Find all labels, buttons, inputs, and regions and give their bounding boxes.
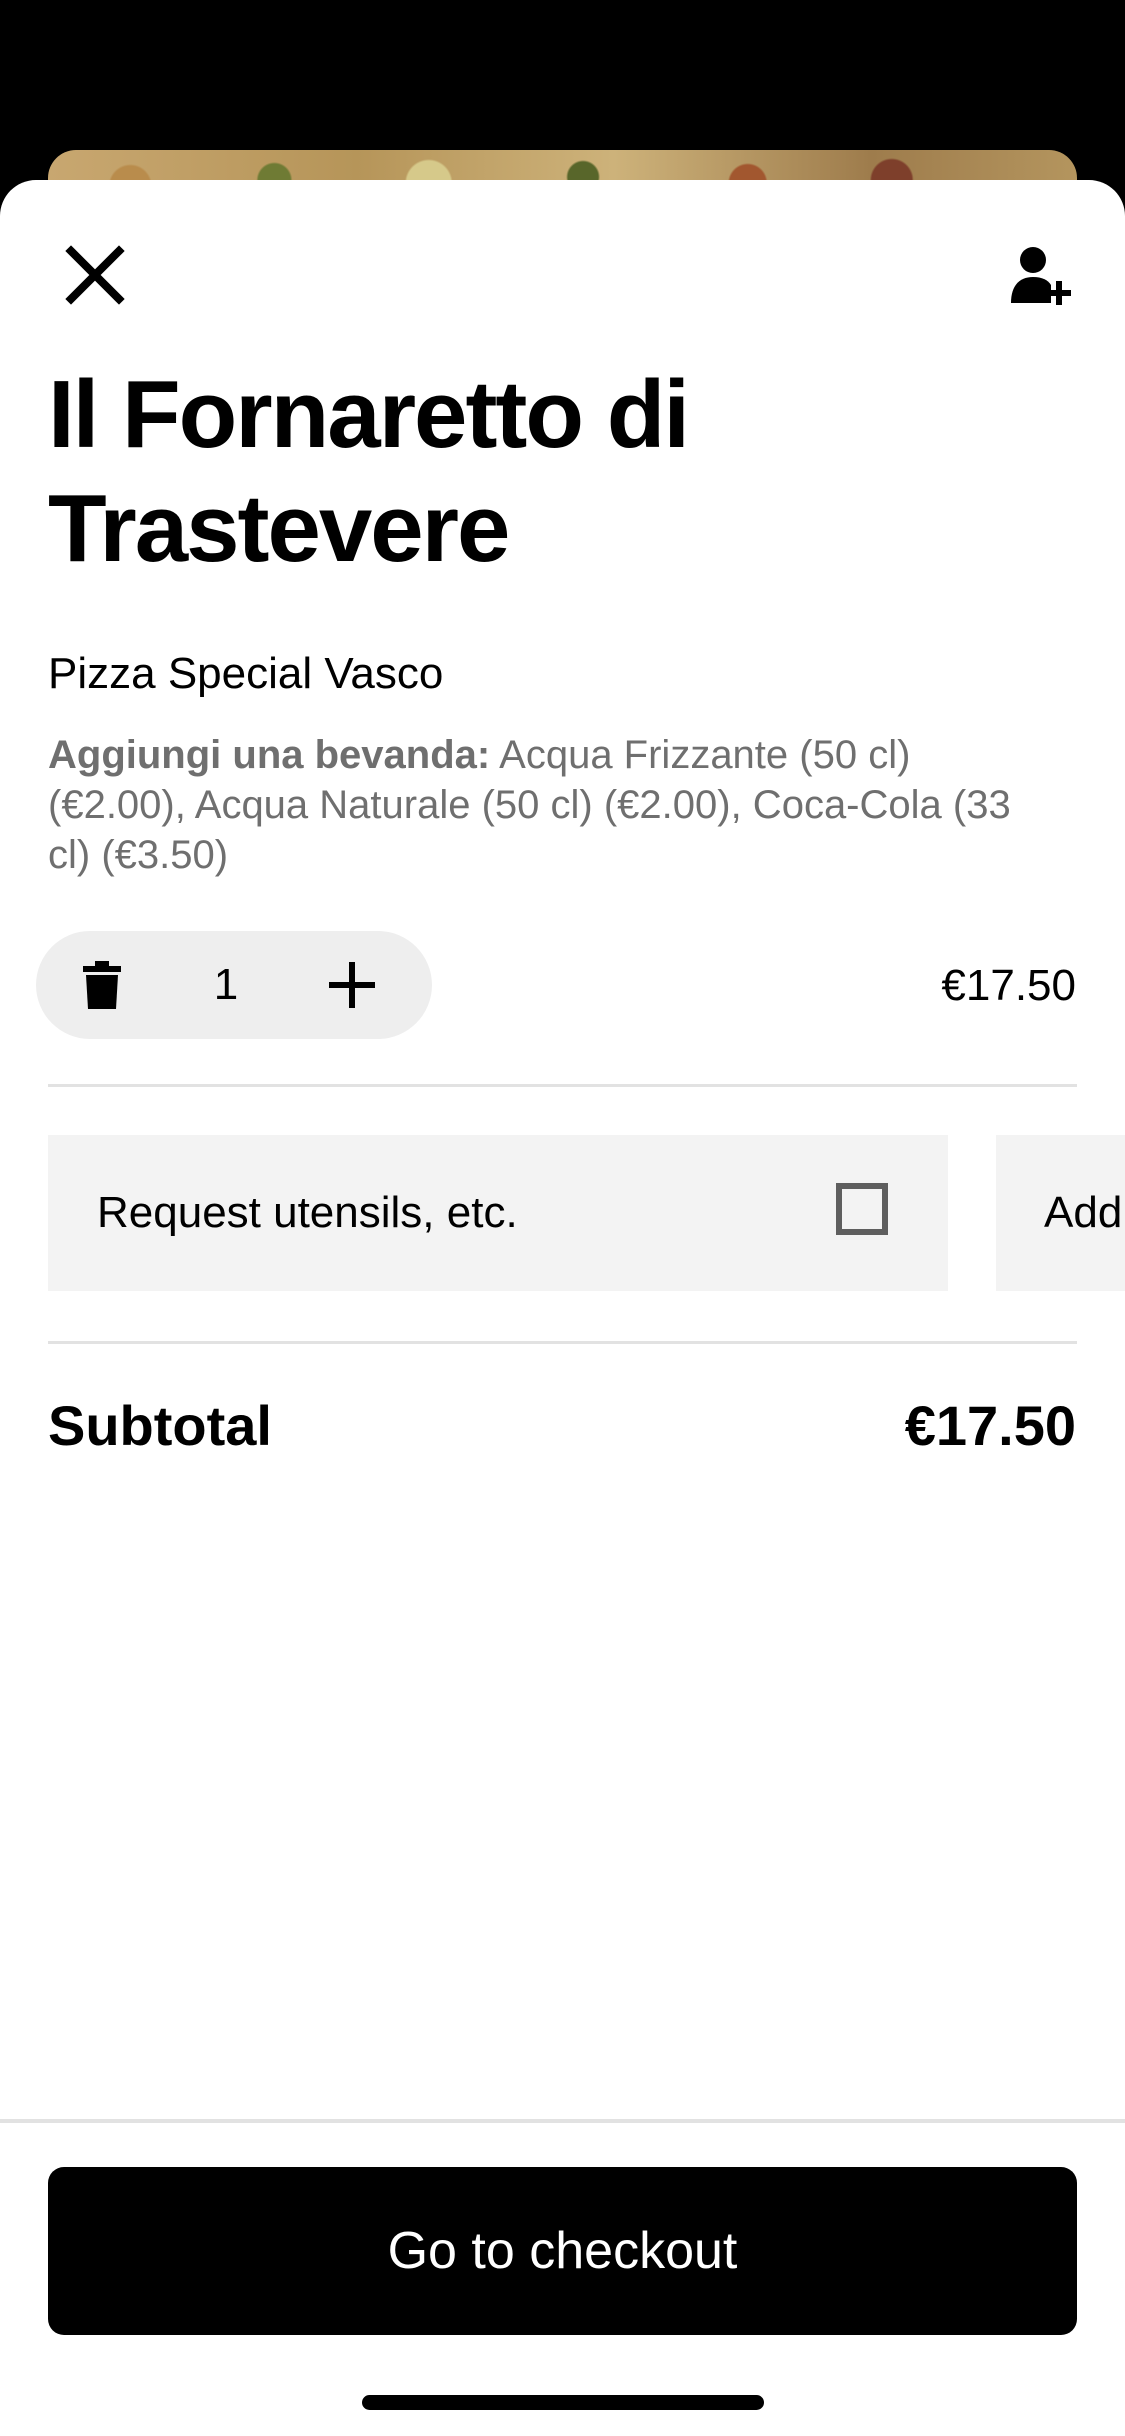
- item-price: €17.50: [941, 961, 1076, 1010]
- plus-icon: [329, 962, 375, 1008]
- cart-sheet: Il Fornaretto di Trastevere Pizza Specia…: [0, 180, 1125, 2436]
- add-note-option[interactable]: Add: [996, 1135, 1125, 1291]
- utensils-checkbox[interactable]: [836, 1183, 888, 1235]
- close-button[interactable]: [52, 232, 138, 318]
- home-indicator: [362, 2395, 764, 2410]
- add-person-button[interactable]: [996, 230, 1086, 320]
- subtotal-value: €17.50: [904, 1394, 1076, 1457]
- add-person-icon: [1011, 247, 1071, 305]
- divider: [48, 1084, 1077, 1087]
- divider: [48, 1341, 1077, 1344]
- quantity-value: 1: [213, 960, 239, 1009]
- remove-item-button[interactable]: [72, 955, 132, 1015]
- checkout-button[interactable]: Go to checkout: [48, 2167, 1077, 2335]
- item-options-label: Aggiungi una bevanda:: [48, 733, 491, 777]
- increase-quantity-button[interactable]: [322, 955, 382, 1015]
- item-name: Pizza Special Vasco: [48, 649, 444, 698]
- quantity-stepper: 1: [36, 931, 432, 1039]
- request-utensils-label: Request utensils, etc.: [97, 1188, 518, 1237]
- trash-icon: [83, 961, 121, 1009]
- request-utensils-option[interactable]: Request utensils, etc.: [48, 1135, 948, 1291]
- item-options: Aggiungi una bevanda: Acqua Frizzante (5…: [48, 730, 1058, 880]
- store-title: Il Fornaretto di Trastevere: [48, 361, 690, 582]
- footer-divider: [0, 2119, 1125, 2123]
- add-note-label: Add: [1044, 1188, 1123, 1237]
- subtotal-label: Subtotal: [48, 1394, 272, 1457]
- close-icon: [65, 245, 125, 305]
